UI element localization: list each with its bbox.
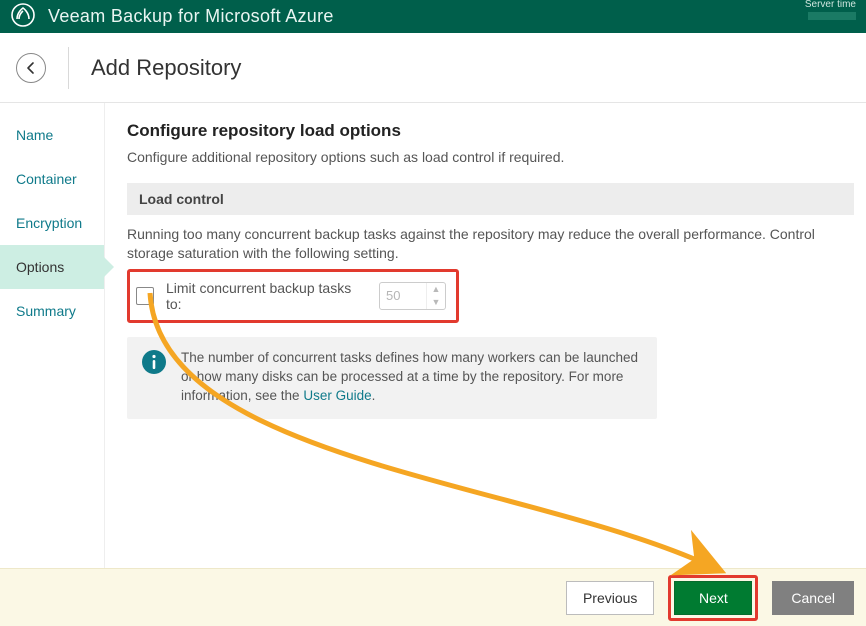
content-heading: Configure repository load options: [127, 121, 854, 141]
sidebar-item-summary[interactable]: Summary: [0, 289, 104, 333]
stepper-down-icon[interactable]: ▼: [427, 296, 445, 309]
logo-icon: [10, 2, 36, 31]
info-text: The number of concurrent tasks defines h…: [181, 349, 643, 406]
server-time-label: Server time: [805, 0, 856, 24]
limit-tasks-label: Limit concurrent backup tasks to:: [166, 280, 367, 312]
wizard-footer: Previous Next Cancel: [0, 568, 866, 626]
info-box: The number of concurrent tasks defines h…: [127, 337, 657, 420]
limit-tasks-checkbox[interactable]: [136, 287, 154, 305]
next-button[interactable]: Next: [674, 581, 752, 615]
app-header: Veeam Backup for Microsoft Azure Server …: [0, 0, 866, 33]
arrow-left-icon: [23, 60, 39, 76]
previous-button[interactable]: Previous: [566, 581, 654, 615]
section-description: Running too many concurrent backup tasks…: [127, 215, 854, 269]
cancel-button[interactable]: Cancel: [772, 581, 854, 615]
limit-tasks-input[interactable]: [380, 288, 426, 303]
back-button[interactable]: [16, 53, 46, 83]
page-title: Add Repository: [91, 55, 241, 81]
limit-tasks-stepper[interactable]: ▲ ▼: [379, 282, 446, 310]
content-pane: Configure repository load options Config…: [105, 103, 866, 568]
user-guide-link[interactable]: User Guide: [303, 388, 371, 403]
sidebar-item-encryption[interactable]: Encryption: [0, 201, 104, 245]
stepper-up-icon[interactable]: ▲: [427, 283, 445, 296]
sidebar-item-container[interactable]: Container: [0, 157, 104, 201]
next-button-highlight: Next: [668, 575, 758, 621]
page-header: Add Repository: [0, 33, 866, 103]
sidebar-item-options[interactable]: Options: [0, 245, 104, 289]
info-icon: [141, 349, 167, 378]
sidebar-item-name[interactable]: Name: [0, 113, 104, 157]
limit-tasks-row: Limit concurrent backup tasks to: ▲ ▼: [127, 269, 459, 323]
content-description: Configure additional repository options …: [127, 149, 854, 165]
app-title: Veeam Backup for Microsoft Azure: [48, 6, 334, 27]
header-divider: [68, 47, 69, 89]
section-heading-load-control: Load control: [127, 183, 854, 215]
wizard-sidebar: Name Container Encryption Options Summar…: [0, 103, 105, 568]
